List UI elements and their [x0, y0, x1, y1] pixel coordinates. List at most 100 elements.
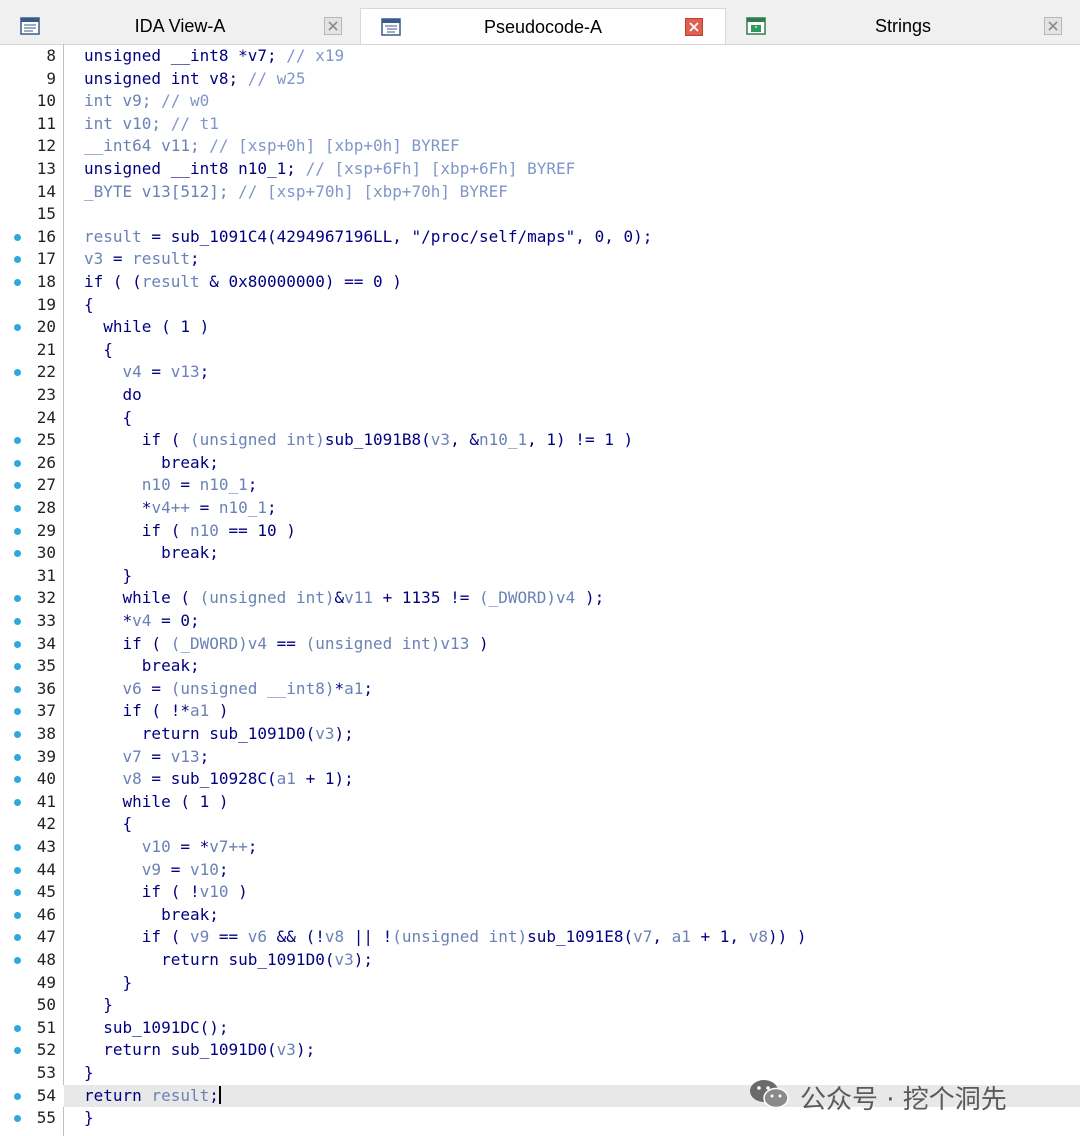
breakpoint-dot-icon[interactable]	[14, 776, 21, 784]
code-line[interactable]: 26 break;	[0, 452, 1080, 475]
code-line[interactable]: 20 while ( 1 )	[0, 316, 1080, 339]
line-gutter[interactable]: 14	[0, 181, 64, 204]
line-gutter[interactable]: 52	[0, 1039, 64, 1062]
line-gutter[interactable]: 53	[0, 1062, 64, 1085]
line-gutter[interactable]: 33	[0, 610, 64, 633]
code-line[interactable]: 23 do	[0, 384, 1080, 407]
line-gutter[interactable]: 17	[0, 248, 64, 271]
line-gutter[interactable]: 22	[0, 361, 64, 384]
line-gutter[interactable]: 8	[0, 45, 64, 68]
breakpoint-dot-icon[interactable]	[14, 595, 21, 603]
line-gutter[interactable]: 21	[0, 339, 64, 362]
tab-ida-view-a[interactable]: IDA View-A	[0, 8, 360, 44]
line-gutter[interactable]: 45	[0, 881, 64, 904]
line-gutter[interactable]: 48	[0, 949, 64, 972]
line-gutter[interactable]: 46	[0, 904, 64, 927]
line-gutter[interactable]: 54	[0, 1084, 64, 1108]
breakpoint-dot-icon[interactable]	[14, 640, 21, 648]
code-line[interactable]: 12 __int64 v11; // [xsp+0h] [xbp+0h] BYRE…	[0, 135, 1080, 158]
code-line[interactable]: 42 {	[0, 813, 1080, 836]
code-line[interactable]: 50 }	[0, 994, 1080, 1017]
line-gutter[interactable]: 13	[0, 158, 64, 181]
code-line[interactable]: 36 v6 = (unsigned __int8)*a1;	[0, 678, 1080, 701]
line-gutter[interactable]: 24	[0, 407, 64, 430]
line-gutter[interactable]: 34	[0, 633, 64, 656]
code-line[interactable]: 45 if ( !v10 )	[0, 881, 1080, 904]
breakpoint-dot-icon[interactable]	[14, 256, 21, 264]
code-line[interactable]: 32 while ( (unsigned int)&v11 + 1135 != …	[0, 587, 1080, 610]
breakpoint-dot-icon[interactable]	[14, 505, 21, 512]
code-line[interactable]: 35 break;	[0, 655, 1080, 678]
code-line[interactable]: 52 return sub_1091D0(v3);	[0, 1039, 1080, 1062]
line-gutter[interactable]: 36	[0, 678, 64, 701]
line-gutter[interactable]: 55	[0, 1107, 64, 1130]
code-line[interactable]: 22 v4 = v13;	[0, 361, 1080, 384]
breakpoint-dot-icon[interactable]	[14, 685, 21, 693]
line-gutter[interactable]: 9	[0, 68, 64, 91]
line-gutter[interactable]: 37	[0, 700, 64, 723]
code-line[interactable]: 14 _BYTE v13[512]; // [xsp+70h] [xbp+70h]…	[0, 181, 1080, 204]
breakpoint-dot-icon[interactable]	[14, 550, 21, 558]
breakpoint-dot-icon[interactable]	[14, 753, 21, 761]
code-line[interactable]: 47 if ( v9 == v6 && (!v8 || !(unsigned i…	[0, 926, 1080, 949]
line-gutter[interactable]: 20	[0, 316, 64, 339]
breakpoint-dot-icon[interactable]	[14, 437, 21, 445]
breakpoint-dot-icon[interactable]	[14, 798, 21, 806]
line-gutter[interactable]: 18	[0, 271, 64, 294]
code-line[interactable]: 37 if ( !*a1 )	[0, 700, 1080, 723]
code-line[interactable]: 29 if ( n10 == 10 )	[0, 520, 1080, 543]
tab-strings[interactable]: " Strings	[726, 8, 1080, 44]
breakpoint-dot-icon[interactable]	[14, 663, 21, 671]
line-gutter[interactable]: 35	[0, 655, 64, 678]
line-gutter[interactable]: 39	[0, 746, 64, 769]
line-gutter[interactable]: 38	[0, 723, 64, 746]
code-line[interactable]: 16 result = sub_1091C4(4294967196LL, "/pr…	[0, 226, 1080, 249]
breakpoint-dot-icon[interactable]	[14, 708, 21, 716]
breakpoint-dot-icon[interactable]	[14, 369, 21, 377]
breakpoint-dot-icon[interactable]	[14, 1024, 21, 1032]
tab-pseudocode-a[interactable]: Pseudocode-A	[360, 8, 726, 44]
code-line[interactable]: 38 return sub_1091D0(v3);	[0, 723, 1080, 746]
breakpoint-dot-icon[interactable]	[14, 1047, 21, 1055]
line-gutter[interactable]: 43	[0, 836, 64, 859]
breakpoint-dot-icon[interactable]	[14, 844, 21, 851]
code-line[interactable]: 30 break;	[0, 542, 1080, 565]
close-icon[interactable]	[324, 17, 342, 35]
code-line[interactable]: 9 unsigned int v8; // w25	[0, 68, 1080, 91]
line-gutter[interactable]: 41	[0, 791, 64, 814]
code-line[interactable]: 46 break;	[0, 904, 1080, 927]
line-gutter[interactable]: 12	[0, 135, 64, 158]
code-line[interactable]: 39 v7 = v13;	[0, 746, 1080, 769]
code-line[interactable]: 44 v9 = v10;	[0, 859, 1080, 882]
code-line[interactable]: 33 *v4 = 0;	[0, 610, 1080, 633]
breakpoint-dot-icon[interactable]	[14, 233, 21, 241]
line-gutter[interactable]: 49	[0, 972, 64, 995]
line-gutter[interactable]: 25	[0, 429, 64, 452]
line-gutter[interactable]: 28	[0, 497, 64, 520]
line-gutter[interactable]: 32	[0, 587, 64, 610]
line-gutter[interactable]: 40	[0, 768, 64, 791]
line-gutter[interactable]: 23	[0, 384, 64, 407]
code-line[interactable]: 11 int v10; // t1	[0, 113, 1080, 136]
line-gutter[interactable]: 11	[0, 113, 64, 136]
breakpoint-dot-icon[interactable]	[14, 279, 21, 286]
breakpoint-dot-icon[interactable]	[14, 911, 21, 919]
line-gutter[interactable]: 10	[0, 90, 64, 113]
line-gutter[interactable]: 29	[0, 520, 64, 543]
breakpoint-dot-icon[interactable]	[14, 934, 21, 942]
code-line[interactable]: 49 }	[0, 972, 1080, 995]
code-line[interactable]: 28 *v4++ = n10_1;	[0, 497, 1080, 520]
breakpoint-dot-icon[interactable]	[14, 482, 21, 490]
code-line[interactable]: 27 n10 = n10_1;	[0, 474, 1080, 497]
code-line[interactable]: 8 unsigned __int8 *v7; // x19	[0, 45, 1080, 68]
code-line[interactable]: 31 }	[0, 565, 1080, 588]
code-line[interactable]: 24 {	[0, 407, 1080, 430]
code-line[interactable]: 19 {	[0, 294, 1080, 317]
breakpoint-dot-icon[interactable]	[14, 731, 21, 738]
line-gutter[interactable]: 15	[0, 203, 64, 226]
breakpoint-dot-icon[interactable]	[14, 889, 21, 897]
breakpoint-dot-icon[interactable]	[14, 1115, 21, 1123]
code-line[interactable]: 40 v8 = sub_10928C(a1 + 1);	[0, 768, 1080, 791]
breakpoint-dot-icon[interactable]	[14, 324, 21, 332]
breakpoint-dot-icon[interactable]	[14, 866, 21, 874]
